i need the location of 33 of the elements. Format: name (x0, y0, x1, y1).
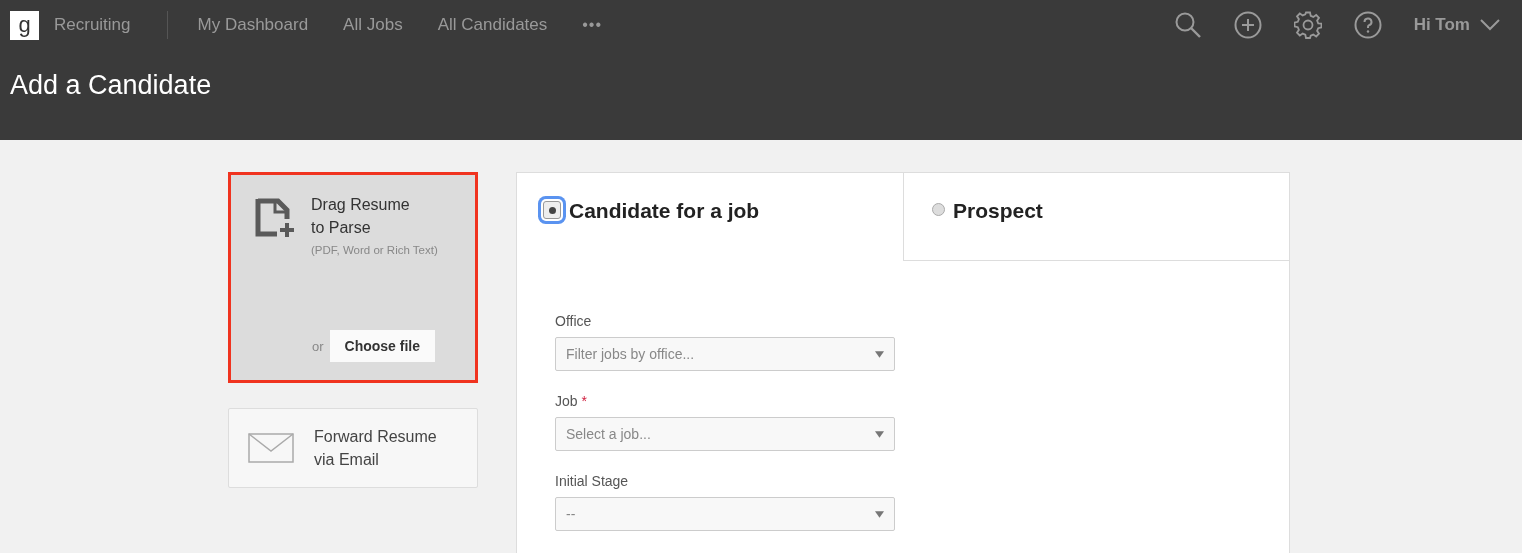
drop-zone-title: Drag Resume to Parse (311, 195, 411, 238)
chevron-down-icon (1480, 19, 1500, 31)
envelope-icon (248, 433, 294, 463)
more-menu[interactable]: ••• (582, 16, 603, 34)
email-resume-option[interactable]: Forward Resume via Email (228, 408, 478, 488)
candidate-type-tab[interactable]: Prospect (903, 173, 1289, 261)
field-label: Job * (555, 393, 589, 409)
search-icon[interactable] (1173, 11, 1202, 39)
add-document-icon (255, 197, 295, 237)
app-name[interactable]: Recruiting (54, 15, 131, 35)
select-field[interactable]: Select a job... (555, 417, 895, 451)
nav-link[interactable]: All Candidates (437, 15, 548, 35)
dropdown-caret-icon (875, 510, 884, 518)
field-label: Initial Stage (555, 473, 630, 489)
dropdown-caret-icon (875, 350, 884, 358)
user-menu[interactable]: Hi Tom (1413, 15, 1500, 35)
file-types-hint: (PDF, Word or Rich Text) (311, 244, 438, 256)
add-icon[interactable] (1233, 11, 1262, 39)
nav-link[interactable]: All Jobs (343, 15, 403, 35)
radio-button[interactable] (932, 203, 945, 216)
nav-link[interactable]: My Dashboard (197, 15, 309, 35)
dropdown-caret-icon (875, 430, 884, 438)
resume-drop-zone[interactable]: Drag Resume to Parse (PDF, Word or Rich Text) or Choose file (228, 172, 478, 383)
select-field[interactable]: Filter jobs by office... (555, 337, 895, 371)
field-label: Office (555, 313, 593, 329)
select-field[interactable]: -- (555, 497, 895, 531)
settings-icon[interactable] (1293, 11, 1322, 39)
app-logo[interactable]: g (10, 10, 39, 40)
or-label: or (311, 338, 324, 354)
choose-file-button[interactable]: Choose file (329, 330, 435, 362)
page-title: Add a Candidate (10, 70, 213, 101)
help-icon[interactable] (1353, 11, 1382, 39)
candidate-type-tab[interactable]: Candidate for a job (517, 173, 903, 261)
